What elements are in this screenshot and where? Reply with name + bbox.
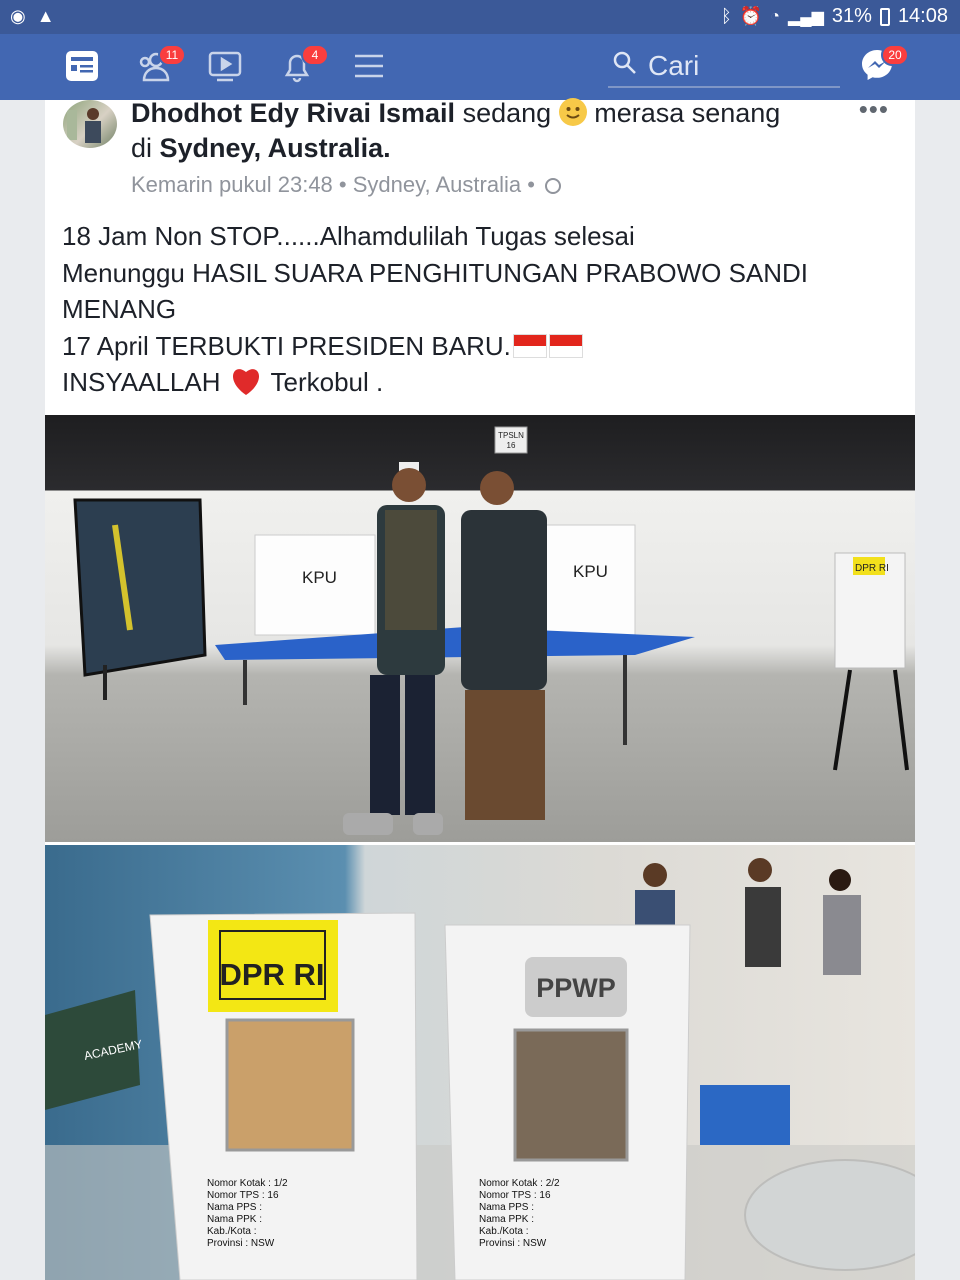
svg-text:PPWP: PPWP (536, 973, 616, 1003)
post-meta: Kemarin pukul 23:48 • Sydney, Australia … (131, 172, 562, 198)
warning-icon: ▲ (36, 6, 55, 26)
clock: 14:08 (897, 5, 948, 27)
meta-separator-1: • (338, 172, 353, 197)
messenger-icon[interactable]: 20 (857, 44, 909, 88)
location-link[interactable]: Sydney, Australia. (160, 133, 391, 163)
more-options-icon[interactable]: ••• (859, 94, 889, 125)
friend-requests-icon[interactable]: 11 (134, 44, 186, 88)
post-text-line1: 18 Jam Non STOP......Alhamdulilah Tugas … (62, 221, 635, 251)
post-text-line4a: INSYAALLAH (62, 367, 221, 397)
photo-2-scene: ACADEMY DPR RI Nomor Kotak : 1/2 Nomor T… (45, 858, 915, 1280)
activity-suffix: merasa senang (594, 98, 781, 128)
svg-text:KPU: KPU (573, 562, 608, 581)
post-place[interactable]: Sydney, Australia (353, 172, 521, 197)
watch-icon[interactable] (205, 48, 245, 88)
location-prefix: di (131, 133, 153, 163)
globe-icon (545, 178, 562, 194)
svg-text:DPR RI: DPR RI (219, 957, 324, 992)
search-field[interactable]: Cari (608, 46, 840, 88)
post-text-line2: Menunggu HASIL SUARA PENGHITUNGAN PRABOW… (62, 257, 809, 325)
smile-emoji-icon (558, 98, 587, 126)
author-name[interactable]: Dhodhot Edy Rivai Ismail (131, 98, 455, 128)
photo-1-scene: TPSLN 16 KPU KPU DPR RI (73, 426, 909, 835)
wifi-icon: ◔ (770, 7, 780, 25)
post-body: 18 Jam Non STOP......Alhamdulilah Tugas … (62, 218, 902, 401)
post-photo-1[interactable]: TPSLN 16 KPU KPU DPR RI (45, 415, 915, 842)
indonesia-flag-icon (548, 333, 583, 358)
post-timestamp[interactable]: Kemarin pukul 23:48 (131, 172, 333, 197)
facebook-navbar: 11 4 Cari 20 (0, 34, 960, 100)
activity-prefix: sedang (462, 98, 552, 128)
post-text-line4b: Terkobul . (270, 367, 384, 397)
alarm-icon: ⏰ (739, 6, 763, 26)
svg-text:DPR RI: DPR RI (855, 563, 889, 574)
status-left-icons: ◉ ▲ (10, 6, 55, 27)
svg-text:KPU: KPU (302, 568, 337, 587)
svg-text:16: 16 (507, 441, 516, 450)
heart-icon (228, 366, 264, 396)
post-card: ••• Dhodhot Edy Rivai Ismail sedang mera… (45, 94, 915, 1280)
friends-badge: 11 (158, 44, 186, 66)
notifications-icon[interactable]: 4 (277, 44, 329, 88)
battery-percent: 31% (831, 5, 872, 27)
bluetooth-icon: ᛒ (721, 6, 732, 26)
notifications-badge: 4 (301, 44, 329, 66)
status-right: ᛒ ⏰ ◔ ▂▄▆ 31% 14:08 (721, 5, 948, 28)
signal-icon: ▂▄▆ (787, 8, 824, 26)
search-placeholder: Cari (648, 50, 700, 81)
svg-text:TPSLN: TPSLN (498, 431, 524, 440)
status-bar: ◉ ▲ ᛒ ⏰ ◔ ▂▄▆ 31% 14:08 (0, 0, 960, 34)
search-icon (612, 50, 638, 83)
post-text-line3: 17 April TERBUKTI PRESIDEN BARU. (62, 330, 511, 361)
post-photo-2[interactable]: ACADEMY DPR RI Nomor Kotak : 1/2 Nomor T… (45, 845, 915, 1280)
meta-separator-2: • (527, 172, 542, 197)
battery-icon (879, 7, 890, 26)
indonesia-flag-icon (512, 333, 547, 358)
circle-icon: ◉ (10, 6, 26, 26)
menu-icon[interactable] (349, 48, 389, 88)
news-feed-icon[interactable] (62, 48, 102, 88)
post-header: Dhodhot Edy Rivai Ismail sedang merasa s… (131, 96, 851, 166)
author-avatar[interactable] (63, 100, 117, 148)
messenger-badge: 20 (881, 44, 909, 66)
